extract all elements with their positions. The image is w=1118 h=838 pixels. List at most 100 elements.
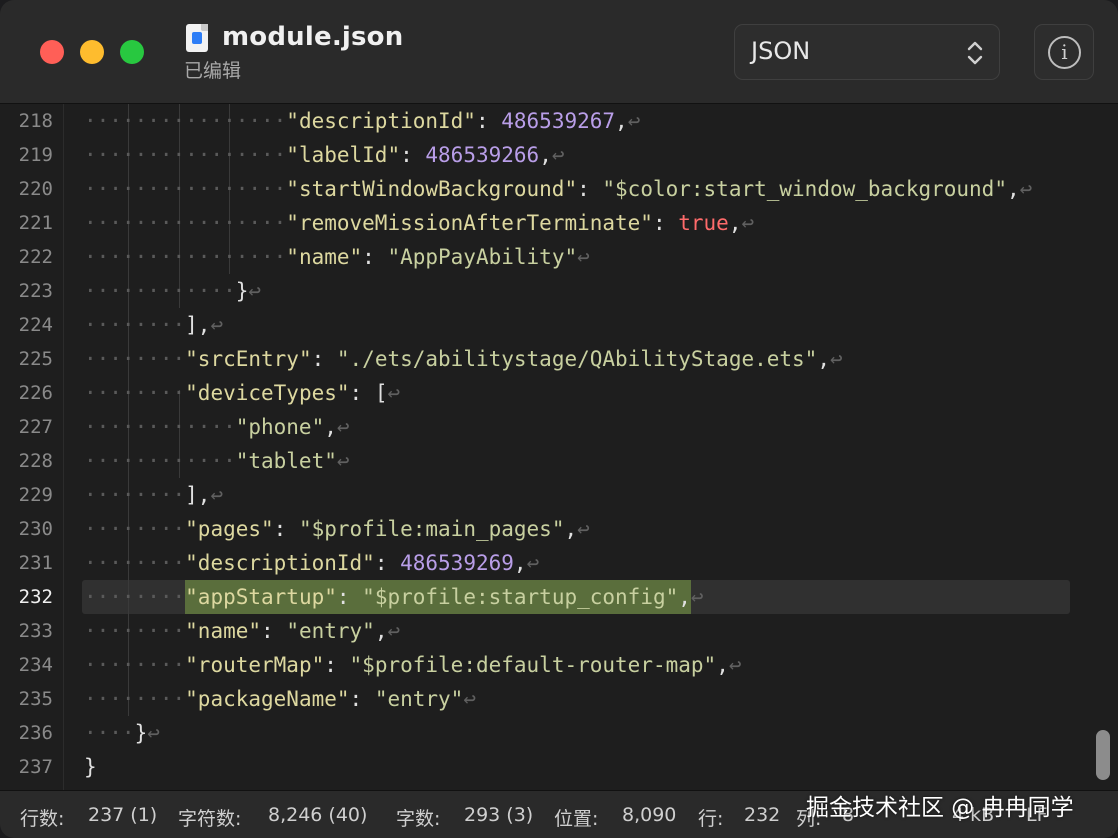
line-number: 227 bbox=[18, 416, 53, 438]
code-token: true bbox=[678, 211, 729, 235]
line-return-icon: ↩ bbox=[551, 143, 565, 167]
code-token: , bbox=[615, 109, 628, 133]
code-token: : bbox=[311, 347, 337, 371]
code-token: "entry" bbox=[286, 619, 375, 643]
code-token: } bbox=[134, 721, 148, 745]
whitespace-marker: ········ bbox=[84, 585, 186, 609]
code-token: : bbox=[336, 585, 363, 609]
code-line[interactable]: 227 ············"phone",↩ bbox=[0, 410, 1118, 444]
code-token: "tablet" bbox=[235, 449, 337, 473]
line-return-icon: ↩ bbox=[627, 109, 641, 133]
code-token: } bbox=[235, 279, 249, 303]
code-line[interactable]: 233 ········"name": "entry",↩ bbox=[0, 614, 1118, 648]
code-token: : bbox=[374, 551, 401, 575]
line-return-icon: ↩ bbox=[248, 279, 262, 303]
code-token: "descriptionId" bbox=[185, 551, 375, 575]
code-token: , bbox=[564, 517, 578, 541]
code-text: ········],↩ bbox=[84, 478, 223, 512]
line-number: 230 bbox=[18, 518, 53, 540]
code-token: "srcEntry" bbox=[185, 347, 312, 371]
document-title[interactable]: module.json bbox=[222, 22, 403, 52]
code-line[interactable]: 221 ················"removeMissionAfterTe… bbox=[0, 206, 1118, 240]
code-text: ················"descriptionId": 4865392… bbox=[84, 104, 640, 138]
whitespace-marker: ················ bbox=[84, 177, 287, 201]
code-token: "$profile:startup_config" bbox=[362, 585, 679, 609]
line-number: 232 bbox=[18, 586, 53, 608]
code-line[interactable]: 220 ················"startWindowBackgroun… bbox=[0, 172, 1118, 206]
line-return-icon: ↩ bbox=[210, 483, 224, 507]
code-line[interactable]: 226 ········"deviceTypes": [↩ bbox=[0, 376, 1118, 410]
code-text: ············}↩ bbox=[84, 274, 261, 308]
document-edited-status: 已编辑 bbox=[184, 60, 242, 82]
code-token: "packageName" bbox=[185, 687, 350, 711]
whitespace-marker: ···· bbox=[84, 721, 135, 745]
whitespace-marker: ················ bbox=[84, 245, 287, 269]
code-line[interactable]: 236 ····}↩ bbox=[0, 716, 1118, 750]
code-line[interactable]: 234 ········"routerMap": "$profile:defaul… bbox=[0, 648, 1118, 682]
line-return-icon: ↩ bbox=[577, 245, 590, 269]
code-line[interactable]: 232 ········"appStartup": "$profile:start… bbox=[0, 580, 1118, 614]
code-token: : [ bbox=[349, 381, 388, 405]
code-text: ········"appStartup": "$profile:startup_… bbox=[84, 580, 704, 614]
zoom-window-button[interactable] bbox=[120, 40, 144, 64]
code-line[interactable]: 218 ················"descriptionId": 4865… bbox=[0, 104, 1118, 138]
minimize-window-button[interactable] bbox=[80, 40, 104, 64]
line-return-icon: ↩ bbox=[463, 687, 476, 711]
code-text: ········"pages": "$profile:main_pages",↩ bbox=[84, 512, 590, 546]
line-number: 228 bbox=[18, 450, 53, 472]
code-token: "$profile:main_pages" bbox=[298, 517, 565, 541]
whitespace-marker: ········ bbox=[84, 313, 186, 337]
code-token: , bbox=[728, 211, 742, 235]
code-text: } bbox=[84, 750, 97, 784]
code-line[interactable]: 231 ········"descriptionId": 486539269,↩ bbox=[0, 546, 1118, 580]
code-line[interactable]: 229 ········],↩ bbox=[0, 478, 1118, 512]
code-token: } bbox=[84, 755, 97, 779]
code-text: ········"name": "entry",↩ bbox=[84, 614, 400, 648]
line-count-value: 237 (1) bbox=[88, 804, 158, 826]
char-count-value: 8,246 (40) bbox=[268, 804, 368, 826]
code-token: "appStartup" bbox=[185, 585, 337, 609]
whitespace-marker: ········ bbox=[84, 347, 186, 371]
line-return-icon: ↩ bbox=[387, 381, 401, 405]
line-number: 229 bbox=[18, 484, 53, 506]
code-token: : bbox=[362, 245, 388, 269]
word-count-label: 字数: bbox=[396, 808, 441, 830]
language-select[interactable]: JSON bbox=[734, 24, 1000, 80]
code-line[interactable]: 225 ········"srcEntry": "./ets/abilitysta… bbox=[0, 342, 1118, 376]
whitespace-marker: ········ bbox=[84, 653, 186, 677]
info-button[interactable]: i bbox=[1034, 24, 1094, 80]
code-line[interactable]: 237} bbox=[0, 750, 1118, 784]
watermark-text: 掘金技术社区 @ 冉冉同学 bbox=[806, 795, 1074, 821]
whitespace-marker: ········ bbox=[84, 619, 186, 643]
document-icon bbox=[186, 24, 208, 52]
code-line[interactable]: 235 ········"packageName": "entry"↩ bbox=[0, 682, 1118, 716]
line-return-icon: ↩ bbox=[741, 211, 755, 235]
code-token: "removeMissionAfterTerminate" bbox=[286, 211, 653, 235]
position-label: 位置: bbox=[554, 808, 599, 830]
char-count-label: 字符数: bbox=[178, 808, 242, 830]
code-line[interactable]: 223 ············}↩ bbox=[0, 274, 1118, 308]
line-number: 236 bbox=[18, 722, 53, 744]
code-line[interactable]: 219 ················"labelId": 486539266,… bbox=[0, 138, 1118, 172]
whitespace-marker: ········ bbox=[84, 483, 186, 507]
close-window-button[interactable] bbox=[40, 40, 64, 64]
code-editor[interactable]: 218 ················"descriptionId": 4865… bbox=[0, 104, 1118, 790]
line-return-icon: ↩ bbox=[728, 653, 742, 677]
code-line[interactable]: 230 ········"pages": "$profile:main_pages… bbox=[0, 512, 1118, 546]
code-line[interactable]: 228 ············"tablet"↩ bbox=[0, 444, 1118, 478]
whitespace-marker: ············ bbox=[84, 449, 236, 473]
line-number: 220 bbox=[18, 178, 53, 200]
code-line[interactable]: 224 ········],↩ bbox=[0, 308, 1118, 342]
code-token: "$color:start_window_background" bbox=[602, 177, 1007, 201]
code-line[interactable]: 222 ················"name": "AppPayAbilit… bbox=[0, 240, 1118, 274]
info-icon: i bbox=[1048, 36, 1081, 69]
code-token: 486539269 bbox=[400, 551, 514, 575]
line-return-icon: ↩ bbox=[336, 449, 350, 473]
line-number: 224 bbox=[18, 314, 53, 336]
whitespace-marker: ················ bbox=[84, 109, 287, 133]
position-value: 8,090 bbox=[622, 804, 677, 826]
line-number: 234 bbox=[18, 654, 53, 676]
chevron-up-down-icon bbox=[967, 41, 983, 65]
code-text: ············"phone",↩ bbox=[84, 410, 350, 444]
code-token: "AppPayAbility" bbox=[387, 245, 578, 269]
